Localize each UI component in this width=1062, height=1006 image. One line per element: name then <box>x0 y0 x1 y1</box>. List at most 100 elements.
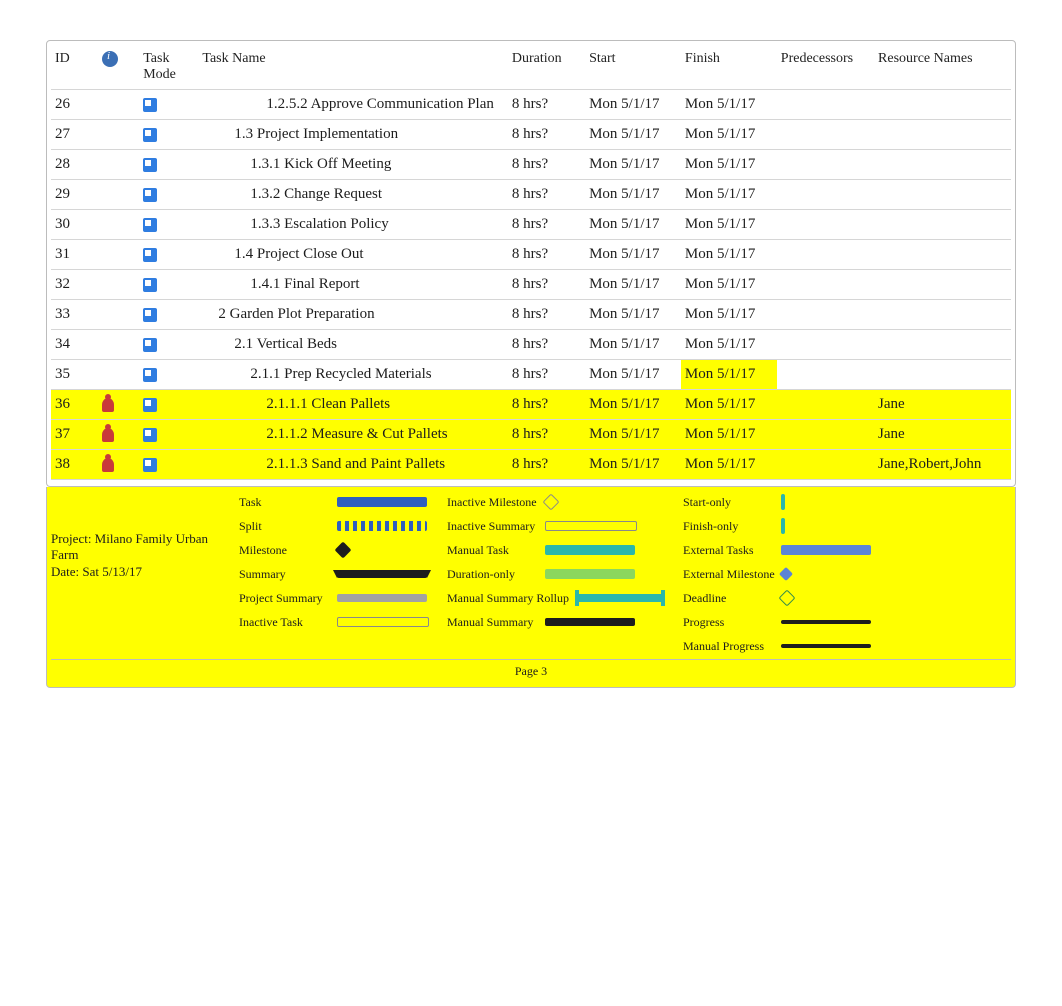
legend-label: Manual Task <box>447 543 539 558</box>
overallocated-icon <box>102 458 114 472</box>
table-row: 271.3 Project Implementation8 hrs?Mon 5/… <box>51 120 1011 150</box>
cell-res <box>874 300 1011 330</box>
cell-start: Mon 5/1/17 <box>585 300 681 330</box>
task-name-text: 1.4 Project Close Out <box>202 246 363 262</box>
table-row: 362.1.1.1 Clean Pallets8 hrs?Mon 5/1/17M… <box>51 390 1011 420</box>
task-mode-icon <box>143 248 157 262</box>
legend-item: Manual Summary <box>447 613 665 631</box>
cell-pred <box>777 210 874 240</box>
legend-column: Start-onlyFinish-onlyExternal TasksExter… <box>683 493 871 655</box>
task-name-text: 2.1.1.3 Sand and Paint Pallets <box>202 456 445 472</box>
cell-id: 37 <box>51 420 98 450</box>
legend-bar-icon <box>781 518 785 534</box>
cell-id: 27 <box>51 120 98 150</box>
task-mode-icon <box>143 158 157 172</box>
cell-indicator <box>98 90 139 120</box>
cell-duration: 8 hrs? <box>508 300 585 330</box>
cell-start: Mon 5/1/17 <box>585 240 681 270</box>
cell-pred <box>777 240 874 270</box>
table-row: 382.1.1.3 Sand and Paint Pallets8 hrs?Mo… <box>51 450 1011 480</box>
cell-start: Mon 5/1/17 <box>585 390 681 420</box>
cell-res: Jane <box>874 390 1011 420</box>
cell-task-name: 1.3.1 Kick Off Meeting <box>198 150 508 180</box>
legend-bar-icon <box>545 521 637 531</box>
cell-pred <box>777 90 874 120</box>
cell-indicator <box>98 360 139 390</box>
cell-duration: 8 hrs? <box>508 180 585 210</box>
legend-item: Task <box>239 493 429 511</box>
cell-finish: Mon 5/1/17 <box>681 360 777 390</box>
legend-bar-icon <box>545 569 635 579</box>
cell-task-mode <box>139 120 198 150</box>
legend-item: Milestone <box>239 541 429 559</box>
legend-label: Start-only <box>683 495 775 510</box>
legend-label: Inactive Task <box>239 615 331 630</box>
col-duration: Duration <box>508 45 585 90</box>
cell-pred <box>777 270 874 300</box>
cell-task-name: 1.3.3 Escalation Policy <box>198 210 508 240</box>
cell-id: 33 <box>51 300 98 330</box>
table-row: 332 Garden Plot Preparation8 hrs?Mon 5/1… <box>51 300 1011 330</box>
cell-indicator <box>98 180 139 210</box>
task-mode-icon <box>143 368 157 382</box>
legend-area: Project: Milano Family Urban Farm Date: … <box>46 487 1016 688</box>
legend-item: Split <box>239 517 429 535</box>
cell-id: 26 <box>51 90 98 120</box>
cell-task-mode <box>139 90 198 120</box>
legend-label: Manual Summary Rollup <box>447 591 569 606</box>
cell-task-mode <box>139 360 198 390</box>
task-name-text: 1.3.1 Kick Off Meeting <box>202 156 391 172</box>
cell-finish: Mon 5/1/17 <box>681 420 777 450</box>
task-name-text: 1.4.1 Final Report <box>202 276 359 292</box>
cell-task-mode <box>139 240 198 270</box>
cell-duration: 8 hrs? <box>508 420 585 450</box>
cell-pred <box>777 330 874 360</box>
cell-pred <box>777 150 874 180</box>
cell-id: 38 <box>51 450 98 480</box>
cell-pred <box>777 450 874 480</box>
table-row: 301.3.3 Escalation Policy8 hrs?Mon 5/1/1… <box>51 210 1011 240</box>
cell-start: Mon 5/1/17 <box>585 450 681 480</box>
cell-duration: 8 hrs? <box>508 210 585 240</box>
cell-task-name: 1.3.2 Change Request <box>198 180 508 210</box>
cell-task-name: 2.1 Vertical Beds <box>198 330 508 360</box>
cell-start: Mon 5/1/17 <box>585 180 681 210</box>
legend-bar-icon <box>335 542 352 559</box>
cell-pred <box>777 180 874 210</box>
table-row: 311.4 Project Close Out8 hrs?Mon 5/1/17M… <box>51 240 1011 270</box>
overallocated-icon <box>102 398 114 412</box>
cell-finish: Mon 5/1/17 <box>681 180 777 210</box>
legend-bar-icon <box>337 594 427 602</box>
cell-task-name: 1.2.5.2 Approve Communication Plan <box>198 90 508 120</box>
cell-task-mode <box>139 450 198 480</box>
legend-item: Finish-only <box>683 517 871 535</box>
cell-task-mode <box>139 150 198 180</box>
legend-label: Project Summary <box>239 591 331 606</box>
cell-finish: Mon 5/1/17 <box>681 270 777 300</box>
task-mode-icon <box>143 98 157 112</box>
col-task-mode: Task Mode <box>139 45 198 90</box>
task-name-text: 1.3.2 Change Request <box>202 186 382 202</box>
legend-title: Project: Milano Family Urban Farm Date: … <box>51 493 221 580</box>
task-mode-icon <box>143 398 157 412</box>
legend-bar-icon <box>545 618 635 626</box>
col-id: ID <box>51 45 98 90</box>
task-name-text: 2.1.1 Prep Recycled Materials <box>202 366 431 382</box>
cell-id: 28 <box>51 150 98 180</box>
legend-label: Deadline <box>683 591 775 606</box>
cell-start: Mon 5/1/17 <box>585 210 681 240</box>
cell-pred <box>777 120 874 150</box>
legend-label: Summary <box>239 567 331 582</box>
table-row: 342.1 Vertical Beds8 hrs?Mon 5/1/17Mon 5… <box>51 330 1011 360</box>
cell-finish: Mon 5/1/17 <box>681 330 777 360</box>
legend-label: Manual Summary <box>447 615 539 630</box>
legend-bar-icon <box>543 494 560 511</box>
legend-item: Inactive Summary <box>447 517 665 535</box>
legend-item: Inactive Task <box>239 613 429 631</box>
cell-pred <box>777 420 874 450</box>
table-row: 352.1.1 Prep Recycled Materials8 hrs?Mon… <box>51 360 1011 390</box>
legend-label: Finish-only <box>683 519 775 534</box>
col-indicator <box>98 45 139 90</box>
cell-indicator <box>98 120 139 150</box>
grid-body: 26 1.2.5.2 Approve Communication Plan 8 hr… <box>51 90 1011 480</box>
